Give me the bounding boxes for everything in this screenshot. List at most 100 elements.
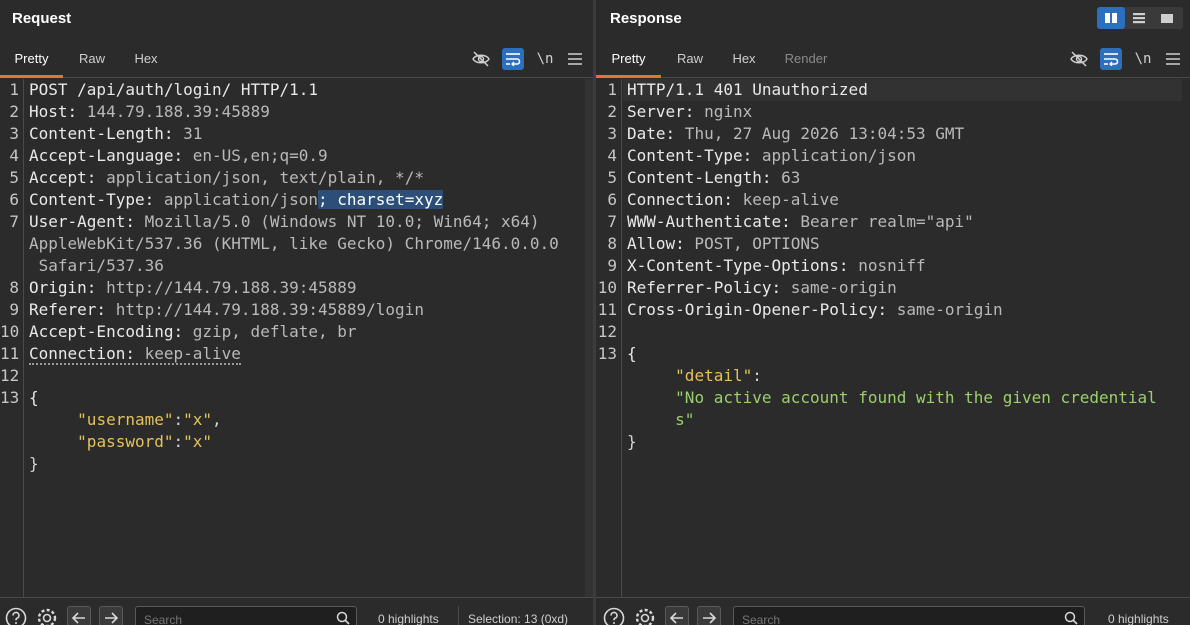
header-name: User-Agent: <box>29 212 135 231</box>
response-title: Response <box>610 10 682 27</box>
request-tab-hex[interactable]: Hex <box>122 44 170 78</box>
json-line-wrapped: s" <box>627 409 694 431</box>
header-value: application/json <box>154 190 318 209</box>
code-line: Allow: POST, OPTIONS <box>627 233 820 255</box>
response-tab-render[interactable]: Render <box>776 44 836 78</box>
response-tab-hex[interactable]: Hex <box>720 44 768 78</box>
code-line-wrapped: Safari/537.36 <box>29 256 164 275</box>
line-number: 12 <box>597 322 617 341</box>
newline-toggle[interactable]: \n <box>534 48 556 70</box>
header-name: Accept-Language: <box>29 146 184 165</box>
json-line: "detail": <box>675 366 762 385</box>
response-code[interactable]: HTTP/1.1 401 Unauthorized Server: nginx … <box>627 79 1190 475</box>
line-number: 8 <box>9 278 19 297</box>
header-name: Date: <box>627 124 676 143</box>
previous-arrow-button[interactable] <box>665 606 689 625</box>
line-number-gutter: 1 2 3 4 5 6 7 8 9 10 11 12 13 <box>596 79 622 597</box>
line-number-gutter: 1 2 3 4 5 6 7 8 9 10 11 12 13 <box>0 79 24 597</box>
line-number: 4 <box>607 146 617 165</box>
header-name: Accept: <box>29 168 97 187</box>
response-search-input[interactable] <box>742 613 902 625</box>
header-value: 31 <box>173 124 203 143</box>
line-number: 8 <box>607 234 617 253</box>
code-line: Accept-Encoding: gzip, deflate, br <box>29 321 357 343</box>
header-value: keep-alive <box>732 190 839 209</box>
json-key: "detail" <box>675 366 753 385</box>
menu-icon[interactable] <box>564 48 586 70</box>
code-line: X-Content-Type-Options: nosniff <box>627 255 926 277</box>
header-value: application/json, text/plain, */* <box>96 168 424 187</box>
request-tab-pretty[interactable]: Pretty <box>0 44 63 78</box>
split-columns-layout-icon[interactable] <box>1097 7 1125 29</box>
code-line: WWW-Authenticate: Bearer realm="api" <box>627 211 974 233</box>
single-pane-layout-icon[interactable] <box>1153 7 1181 29</box>
request-tab-raw[interactable]: Raw <box>68 44 116 78</box>
newline-toggle[interactable]: \n <box>1132 48 1154 70</box>
json-value: "x" <box>183 432 213 451</box>
header-name: Content-Length: <box>627 168 772 187</box>
previous-arrow-button[interactable] <box>67 606 91 625</box>
header-name: Server: <box>627 102 695 121</box>
response-tab-pretty[interactable]: Pretty <box>596 44 661 78</box>
line-number: 11 <box>0 344 20 363</box>
json-key: "password" <box>77 432 174 451</box>
highlights-count: 0 highlights <box>378 612 439 625</box>
line-number: 1 <box>9 80 19 99</box>
request-code[interactable]: POST /api/auth/login/ HTTP/1.1 Host: 144… <box>29 79 593 497</box>
highlights-count: 0 highlights <box>1108 612 1169 625</box>
json-value: "x" <box>183 410 213 429</box>
header-value: http://144.79.188.39:45889/login <box>106 300 424 319</box>
line-number: 9 <box>9 300 19 319</box>
request-search-box[interactable] <box>135 606 357 625</box>
line-number: 9 <box>607 256 617 275</box>
code-line: Content-Length: 31 <box>29 123 202 145</box>
help-icon[interactable] <box>602 606 626 625</box>
request-pane: Request Pretty Raw Hex \n 1 2 3 4 5 6 7 … <box>0 0 593 625</box>
help-icon[interactable] <box>4 606 28 625</box>
request-scrollbar[interactable] <box>585 79 593 597</box>
line-number: 6 <box>9 190 19 209</box>
code-line: { <box>627 343 637 365</box>
header-value: application/json <box>752 146 916 165</box>
header-value: same-origin <box>887 300 1003 319</box>
layout-toggle-group <box>1097 7 1183 29</box>
json-open-brace: { <box>627 344 637 363</box>
line-number: 1 <box>607 80 617 99</box>
code-line: Referrer-Policy: same-origin <box>627 277 897 299</box>
hide-non-printable-icon[interactable] <box>1068 48 1090 70</box>
code-line: Server: nginx <box>627 101 752 123</box>
response-tab-raw[interactable]: Raw <box>666 44 714 78</box>
line-number: 7 <box>607 212 617 231</box>
word-wrap-icon[interactable] <box>502 48 524 70</box>
next-arrow-button[interactable] <box>697 606 721 625</box>
response-pane: Response Pretty Raw Hex Render \n 1 2 3 … <box>596 0 1190 625</box>
line-number: 2 <box>9 102 19 121</box>
settings-gear-icon[interactable] <box>35 606 59 625</box>
code-line: Connection: keep-alive <box>627 189 839 211</box>
request-footer: 0 highlights Selection: 13 (0xd) <box>0 597 593 625</box>
word-wrap-icon[interactable] <box>1100 48 1122 70</box>
header-value: nosniff <box>848 256 926 275</box>
next-arrow-button[interactable] <box>99 606 123 625</box>
response-search-box[interactable] <box>733 606 1085 625</box>
line-number: 5 <box>607 168 617 187</box>
line-number: 3 <box>607 124 617 143</box>
json-open-brace: { <box>29 388 39 407</box>
request-search-input[interactable] <box>144 613 304 625</box>
json-line: "username":"x", <box>77 410 222 429</box>
menu-icon[interactable] <box>1162 48 1184 70</box>
hide-non-printable-icon[interactable] <box>470 48 492 70</box>
response-editor[interactable]: 1 2 3 4 5 6 7 8 9 10 11 12 13 HTTP/1.1 4… <box>596 79 1190 597</box>
settings-gear-icon[interactable] <box>633 606 657 625</box>
selected-text: ; charset=xyz <box>318 190 444 209</box>
code-line: { <box>29 387 39 409</box>
request-editor[interactable]: 1 2 3 4 5 6 7 8 9 10 11 12 13 POST /api/… <box>0 79 593 597</box>
code-line: HTTP/1.1 401 Unauthorized <box>627 79 868 101</box>
split-rows-layout-icon[interactable] <box>1125 7 1153 29</box>
footer-divider <box>458 606 459 625</box>
code-line: Cross-Origin-Opener-Policy: same-origin <box>627 299 1003 321</box>
status-line-text: HTTP/1.1 401 Unauthorized <box>627 80 868 99</box>
header-value: same-origin <box>781 278 897 297</box>
line-number: 3 <box>9 124 19 143</box>
json-close-brace: } <box>29 454 39 473</box>
